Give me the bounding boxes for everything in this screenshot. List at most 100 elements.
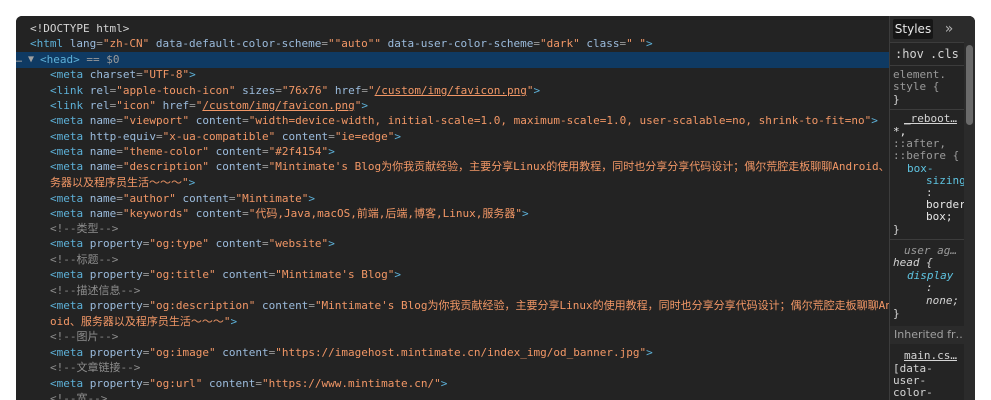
dom-node-line[interactable]: <meta charset="UTF-8"> (16, 67, 889, 83)
code-token: "og:description" (149, 299, 256, 312)
code-token: "x-ua-compatible" (162, 130, 276, 143)
dom-node-line[interactable]: <html lang="zh-CN" data-default-color-sc… (16, 36, 889, 52)
dom-node-line[interactable]: oid、服务器以及程序员生活～～～"> (16, 314, 889, 330)
dom-node-line[interactable]: <meta property="og:description" content=… (16, 298, 889, 314)
code-token: <meta (50, 192, 90, 205)
code-token: "author" (122, 192, 176, 205)
dom-node-line[interactable]: <!--宽--> (16, 391, 889, 400)
css-value[interactable]: box; (926, 211, 953, 223)
code-token: rel (89, 99, 110, 112)
dom-node-line[interactable]: <!--文章链接--> (16, 360, 889, 376)
dom-node-content: <meta name="theme-color" content="#2f415… (50, 144, 335, 160)
dom-node-line[interactable]: <!--标题--> (16, 252, 889, 268)
code-token: content (215, 268, 269, 281)
dom-node-line[interactable]: <!--图片--> (16, 329, 889, 345)
rule-separator (890, 109, 964, 110)
dom-node-content: <link rel="icon" href="/custom/img/favic… (50, 98, 368, 114)
code-token: "Mintimate's Blog" (275, 268, 395, 281)
code-token: "dark" (539, 37, 580, 50)
code-token: <!--图片--> (50, 330, 119, 343)
rule-selector-line: ::before { (893, 150, 959, 162)
dom-node-line[interactable]: <!--描述信息--> (16, 283, 889, 299)
code-token: property (89, 237, 143, 250)
code-token: > (189, 68, 196, 81)
code-token: data-default-color-scheme (149, 37, 322, 50)
code-token: content (202, 377, 256, 390)
dom-node-line[interactable]: <link rel="apple-touch-icon" sizes="76x7… (16, 83, 889, 99)
dom-node-line[interactable]: <meta name="keywords" content="代码,Java,m… (16, 206, 889, 222)
code-token: = (242, 207, 249, 220)
dom-node-content: <!--类型--> (50, 221, 118, 237)
code-token: href (328, 84, 362, 97)
code-token: "viewport" (122, 114, 190, 127)
dom-node-content: <meta name="viewport" content="width=dev… (50, 113, 878, 129)
code-token: > (394, 268, 402, 281)
dom-node-line[interactable]: <meta name="author" content="Mintimate"> (16, 191, 889, 207)
dom-node-line[interactable]: <meta property="og:type" content="websit… (16, 236, 889, 252)
dom-node-line[interactable]: <meta name="viewport" content="width=dev… (16, 113, 889, 129)
dom-node-content: oid、服务器以及程序员生活～～～"> (50, 314, 237, 330)
more-tabs-icon[interactable]: » (940, 19, 958, 39)
code-token: = (116, 160, 123, 173)
code-token: "76x76" (281, 84, 329, 97)
dom-node-line[interactable]: <meta name="theme-color" content="#2f415… (16, 144, 889, 160)
dom-node-content: <!--图片--> (50, 329, 118, 345)
code-token: http-equiv (89, 130, 156, 143)
code-token: property (89, 377, 143, 390)
code-token: <!--宽--> (50, 392, 108, 400)
styles-scrollbar[interactable] (964, 42, 975, 400)
dom-node-content: <meta name="description" content="Mintim… (50, 159, 889, 175)
code-token: = (155, 130, 163, 143)
dom-node-content: <!DOCTYPE html> (30, 21, 129, 37)
cls-toggle-button[interactable]: .cls (930, 46, 959, 62)
main-css-source-link[interactable]: main.cs… (904, 350, 957, 362)
resource-link[interactable]: /custom/img/favicon.png (375, 84, 527, 97)
element-style-selector-2[interactable]: style { (893, 81, 939, 93)
code-token: "og:image" (149, 346, 216, 359)
code-token: <meta (50, 268, 90, 281)
dom-node-content: <meta property="og:title" content="Minti… (50, 267, 401, 283)
tab-styles[interactable]: Styles (893, 19, 933, 39)
hov-toggle-button[interactable]: :hov (895, 46, 924, 62)
code-token: content (275, 130, 329, 143)
code-token: <!--类型--> (50, 222, 119, 235)
code-token: <link (50, 84, 90, 97)
dom-node-content: <!--标题--> (50, 252, 118, 268)
dom-node-content: <meta property="og:url" content="https:/… (50, 376, 447, 392)
elements-panel[interactable]: <!DOCTYPE html> <html lang="zh-CN" data-d… (16, 16, 889, 400)
dom-node-line[interactable]: <meta property="og:image" content="https… (16, 345, 889, 361)
code-token: content (208, 160, 262, 173)
resource-link[interactable]: /custom/img/favicon.png (202, 99, 354, 112)
dom-node-line[interactable]: 务器以及程序员生活～～～"> (16, 175, 889, 191)
dom-node-line[interactable]: <meta property="og:url" content="https:/… (16, 376, 889, 392)
dom-node-line[interactable]: <!DOCTYPE html> (16, 21, 889, 37)
reboot-source-link[interactable]: _reboot… (904, 113, 957, 125)
code-token: <html (30, 37, 70, 50)
code-token: "Mintimate's Blog为你我贡献经验，主要分享Linux的使用教程，… (268, 160, 889, 173)
code-token: > (308, 192, 315, 205)
code-token: oid、服务器以及程序员生活～～～" (50, 315, 231, 328)
code-token: "width=device-width, initial-scale=1.0, … (248, 114, 872, 127)
code-token: <meta (50, 377, 90, 390)
dom-node-content: <meta charset="UTF-8"> (50, 67, 196, 83)
code-token: = (261, 145, 269, 158)
rule-close: } (893, 223, 900, 236)
code-token: rel (89, 84, 110, 97)
dom-node-line[interactable]: <meta name="description" content="Mintim… (16, 159, 889, 175)
code-token: = (261, 160, 269, 173)
dom-node-selected[interactable]: … ▼ <head> == $0 (16, 52, 889, 68)
expand-triangle-icon[interactable]: … ▼ (16, 52, 34, 68)
code-token: "website" (268, 237, 329, 250)
dom-node-content: <meta name="author" content="Mintimate"> (50, 191, 315, 207)
code-token: > (361, 99, 368, 112)
code-token: = (261, 237, 269, 250)
dom-node-line[interactable]: <meta property="og:title" content="Minti… (16, 267, 889, 283)
scrollbar-thumb[interactable] (966, 45, 973, 125)
code-token: <!--标题--> (50, 253, 119, 266)
dom-node-line[interactable]: <meta http-equiv="x-ua-compatible" conte… (16, 129, 889, 145)
dom-node-line[interactable]: <!--类型--> (16, 221, 889, 237)
code-token: <meta (50, 207, 90, 220)
dom-node-line[interactable]: <link rel="icon" href="/custom/img/favic… (16, 98, 889, 114)
code-token: name (89, 114, 117, 127)
code-token: name (89, 207, 117, 220)
